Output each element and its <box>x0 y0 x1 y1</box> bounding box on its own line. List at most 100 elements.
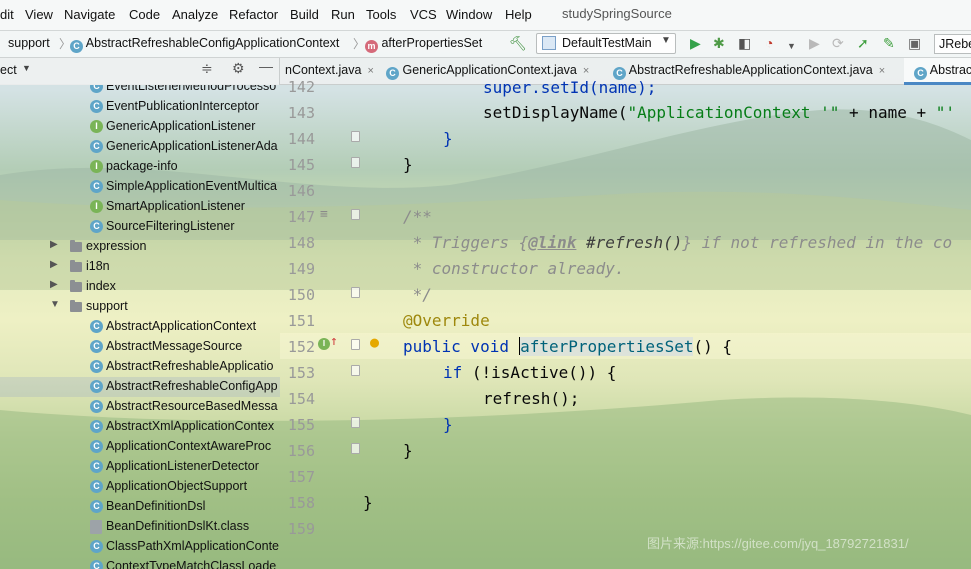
tree-item[interactable]: C ApplicationContextAwareProc <box>0 437 280 457</box>
tree-item[interactable]: C AbstractRefreshableApplicatio <box>0 357 280 377</box>
menu-code[interactable]: Code <box>129 7 160 22</box>
chevron-down-icon[interactable]: ▼ <box>50 299 60 310</box>
line-number: 142 <box>287 78 315 96</box>
tree-item-label: EventPublicationInterceptor <box>106 99 259 113</box>
chevron-down-icon[interactable]: ▼ <box>22 63 31 73</box>
tree-item[interactable]: C AbstractResourceBasedMessa <box>0 397 280 417</box>
fold-marker-icon[interactable] <box>351 209 360 220</box>
minimize-icon[interactable]: — <box>259 58 273 74</box>
tree-item[interactable]: I SmartApplicationListener <box>0 197 280 217</box>
class-file-icon <box>90 520 102 534</box>
menu-tools[interactable]: Tools <box>366 7 396 22</box>
jrebel-settings-icon[interactable]: ▣ <box>908 36 921 50</box>
breadcrumb-package[interactable]: support <box>8 36 50 50</box>
gear-icon[interactable]: ⚙ <box>232 60 245 77</box>
tab-label: GenericApplicationContext.java <box>402 63 577 77</box>
project-panel-title[interactable]: ect <box>0 63 17 77</box>
breadcrumb-class-label: AbstractRefreshableConfigApplicationCont… <box>85 36 340 50</box>
jrebel-run-icon[interactable]: ➚ <box>857 36 869 50</box>
menu-window[interactable]: Window <box>446 7 492 22</box>
configuration-icon <box>542 36 556 50</box>
code-line-151: @Override <box>403 311 490 330</box>
menu-help[interactable]: Help <box>505 7 532 22</box>
tree-item-label: expression <box>86 239 147 253</box>
tree-item[interactable]: C ClassPathXmlApplicationConte <box>0 537 280 557</box>
tree-item[interactable]: C AbstractRefreshableConfigApp <box>0 377 280 397</box>
tree-item[interactable]: C SourceFilteringListener <box>0 217 280 237</box>
code-line-142: super.setId(name); <box>483 78 657 97</box>
chevron-right-icon[interactable]: ▶ <box>50 239 58 250</box>
code-line-150: */ <box>403 285 432 304</box>
fold-marker-icon[interactable] <box>351 365 360 376</box>
debug-icon[interactable]: ✱ <box>713 36 725 50</box>
chevron-right-icon[interactable]: ▶ <box>50 279 58 290</box>
menu-build[interactable]: Build <box>290 7 319 22</box>
fold-marker-icon[interactable] <box>351 157 360 168</box>
folder-icon <box>70 300 82 312</box>
chevron-down-icon[interactable]: ▼ <box>787 39 796 53</box>
tree-item[interactable]: C AbstractXmlApplicationContex <box>0 417 280 437</box>
code-editor[interactable]: super.setId(name); setDisplayName("Appli… <box>363 78 971 569</box>
menu-edit[interactable]: dit <box>0 7 14 22</box>
profile-icon[interactable]: ◔ <box>765 36 773 50</box>
tree-item[interactable]: C BeanDefinitionDsl <box>0 497 280 517</box>
menu-view[interactable]: View <box>25 7 53 22</box>
tree-item[interactable]: ▶ i18n <box>0 257 280 277</box>
rendered-doc-icon[interactable]: ≡ <box>320 207 328 222</box>
tree-item[interactable]: C EventListenerMethodProcesso <box>0 85 280 97</box>
fold-marker-icon[interactable] <box>351 339 360 350</box>
tree-item[interactable]: ▼ support <box>0 297 280 317</box>
breadcrumb-method[interactable]: m afterPropertiesSet <box>365 36 482 53</box>
fold-marker-icon[interactable] <box>351 417 360 428</box>
tree-item[interactable]: C ApplicationObjectSupport <box>0 477 280 497</box>
menu-refactor[interactable]: Refactor <box>229 7 278 22</box>
implements-gutter-icon[interactable]: I <box>318 338 330 350</box>
tree-item[interactable]: C SimpleApplicationEventMultica <box>0 177 280 197</box>
code-line-148: * Triggers {@link #refresh()} if not ref… <box>403 233 953 252</box>
close-icon[interactable]: × <box>367 65 373 77</box>
code-line-147: /** <box>403 207 432 226</box>
tab-active[interactable]: C Abstrac <box>904 58 971 85</box>
tree-item[interactable]: ▶ expression <box>0 237 280 257</box>
run-configuration-label: DefaultTestMain <box>562 36 652 50</box>
override-arrow-icon[interactable]: ↑ <box>330 334 338 349</box>
tree-item[interactable]: C GenericApplicationListenerAda <box>0 137 280 157</box>
interface-icon: I <box>90 160 103 173</box>
tree-item[interactable]: C ContextTypeMatchClassLoade <box>0 557 280 569</box>
run-configuration-select[interactable]: DefaultTestMain ▼ <box>536 33 676 54</box>
menu-vcs[interactable]: VCS <box>410 7 437 22</box>
class-icon: C <box>90 460 103 473</box>
class-icon: C <box>90 560 103 569</box>
run-icon[interactable]: ▶ <box>690 36 701 50</box>
tree-item[interactable]: C AbstractApplicationContext <box>0 317 280 337</box>
tree-item[interactable]: C ApplicationListenerDetector <box>0 457 280 477</box>
tab-application-context[interactable]: nContext.java × <box>285 63 374 77</box>
class-icon: C <box>90 440 103 453</box>
code-line-145: } <box>403 155 413 174</box>
tree-item[interactable]: C EventPublicationInterceptor <box>0 97 280 117</box>
jrebel-debug-icon[interactable]: ✎ <box>883 36 895 50</box>
menu-analyze[interactable]: Analyze <box>172 7 218 22</box>
breadcrumb-class[interactable]: C AbstractRefreshableConfigApplicationCo… <box>70 36 339 53</box>
folder-icon <box>70 260 82 272</box>
tree-item[interactable]: ▶ index <box>0 277 280 297</box>
interface-icon: I <box>90 120 103 133</box>
tree-item[interactable]: Ipackage-info <box>0 157 280 177</box>
menu-run[interactable]: Run <box>331 7 355 22</box>
tree-item[interactable]: I GenericApplicationListener <box>0 117 280 137</box>
build-hammer-icon[interactable]: 🔨︎ <box>509 36 527 50</box>
fold-marker-icon[interactable] <box>351 131 360 142</box>
jrebel-panel-button[interactable]: JRebe <box>934 34 971 54</box>
menu-navigate[interactable]: Navigate <box>64 7 115 22</box>
close-icon[interactable]: × <box>879 65 885 77</box>
tree-item[interactable]: C AbstractMessageSource <box>0 337 280 357</box>
coverage-icon[interactable]: ◧ <box>738 36 751 50</box>
chevron-right-icon[interactable]: ▶ <box>50 259 58 270</box>
fold-marker-icon[interactable] <box>351 287 360 298</box>
close-icon[interactable]: × <box>583 65 589 77</box>
tree-item-label: SourceFilteringListener <box>106 219 235 233</box>
collapse-all-icon[interactable]: ≑ <box>201 60 213 77</box>
fold-marker-icon[interactable] <box>351 443 360 454</box>
tree-item-label: ClassPathXmlApplicationConte <box>106 539 280 553</box>
tree-item[interactable]: BeanDefinitionDslKt.class <box>0 517 280 537</box>
